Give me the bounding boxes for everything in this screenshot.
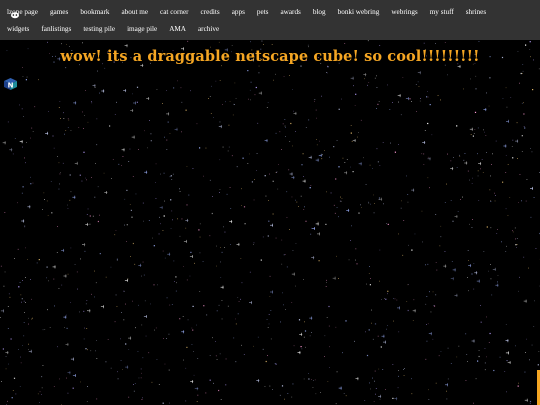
nav-link-archive[interactable]: archive (198, 25, 219, 33)
nav-link-ama[interactable]: AMA (169, 25, 186, 33)
nav-link-bonki-webring[interactable]: bonki webring (338, 8, 380, 16)
nav-link-fanlistings[interactable]: fanlistings (41, 25, 71, 33)
top-navbar: lzone page games bookmark about me cat corne… (0, 0, 540, 40)
nav-link-image-pile[interactable]: image pile (127, 25, 157, 33)
nav-link-pets[interactable]: pets (257, 8, 269, 16)
nav-link-about-me[interactable]: about me (121, 8, 148, 16)
nav-link-cat-corner[interactable]: cat corner (160, 8, 189, 16)
cube-letter: N (8, 82, 14, 90)
nav-link-credits[interactable]: credits (201, 8, 220, 16)
nav-link-blog[interactable]: blog (313, 8, 326, 16)
nav-link-my-stuff[interactable]: my stuff (430, 8, 454, 16)
nav-link-testing-pile[interactable]: testing pile (83, 25, 115, 33)
nav-link-widgets[interactable]: widgets (7, 25, 29, 33)
nav-link-awards[interactable]: awards (280, 8, 300, 16)
nav-link-bookmark[interactable]: bookmark (80, 8, 109, 16)
nav-link-shrines[interactable]: shrines (466, 8, 486, 16)
nav-link-games[interactable]: games (50, 8, 68, 16)
nav-row-secondary: widgets fanlistings testing pile image pile… (4, 20, 536, 37)
nav-row-primary: lzone page games bookmark about me cat corne… (4, 3, 536, 20)
nav-link-webrings[interactable]: webrings (391, 8, 417, 16)
page: lzone page games bookmark about me cat corne… (0, 0, 540, 405)
mouse-cursor-icon (11, 12, 19, 19)
page-heading: wow! its a draggable netscape cube! so c… (60, 48, 480, 65)
draggable-netscape-cube[interactable]: N (4, 78, 17, 90)
nav-link-apps[interactable]: apps (232, 8, 245, 16)
